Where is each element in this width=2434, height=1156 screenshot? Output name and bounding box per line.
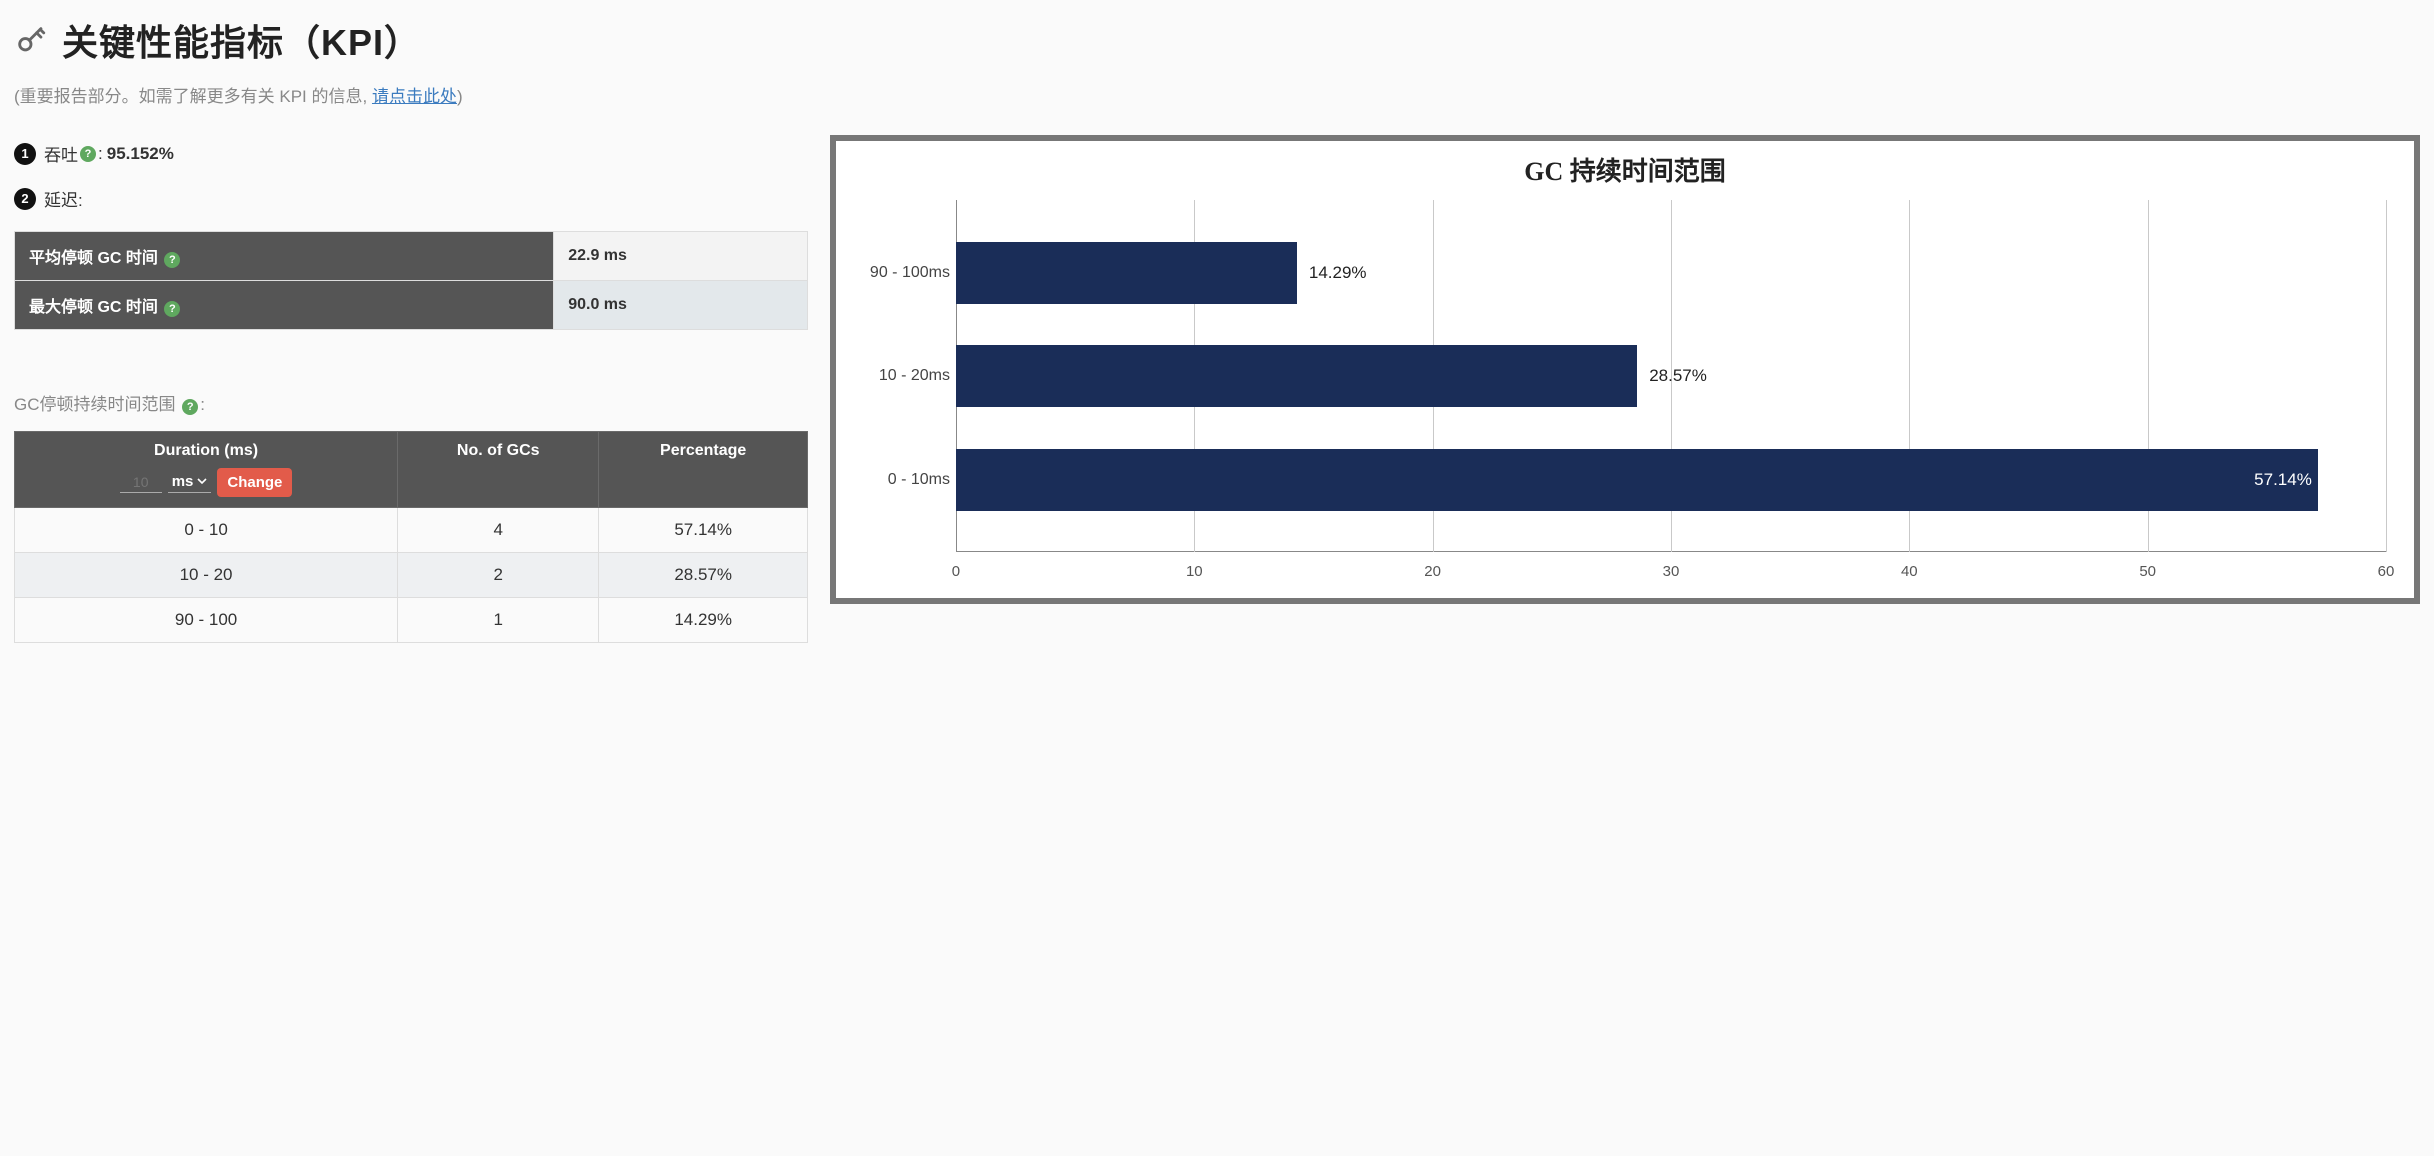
page-subtitle: (重要报告部分。如需了解更多有关 KPI 的信息, 请点击此处): [14, 82, 2420, 107]
range-heading: GC停顿持续时间范围 ?:: [14, 390, 808, 415]
x-tick-label: 20: [1424, 563, 1441, 580]
duration-input[interactable]: [120, 472, 162, 493]
duration-range-table: Duration (ms) ms Change No. of GCs: [14, 431, 808, 643]
badge-2: 2: [14, 188, 36, 210]
throughput-label: 吞吐: [44, 141, 78, 166]
key-icon: [14, 23, 48, 57]
table-row: 最大停顿 GC 时间 ? 90.0 ms: [15, 281, 808, 330]
chart-bar-row: 10 - 20ms28.57%: [956, 345, 2386, 407]
chart-title: GC 持续时间范围: [846, 151, 2404, 188]
help-icon[interactable]: ?: [164, 252, 180, 268]
col-duration: Duration (ms) ms Change: [15, 432, 398, 508]
table-row: 平均停顿 GC 时间 ? 22.9 ms: [15, 232, 808, 281]
unit-select[interactable]: ms: [168, 473, 212, 493]
chart-value-label: 14.29%: [1309, 263, 1367, 283]
chart-bar: 57.14%: [956, 449, 2318, 511]
kpi-latency: 2 延迟:: [14, 186, 808, 211]
chart-bar: 14.29%: [956, 242, 1297, 304]
help-icon[interactable]: ?: [182, 399, 198, 415]
chart-plot-area: 010203040506090 - 100ms14.29%10 - 20ms28…: [956, 200, 2386, 580]
x-tick-label: 30: [1663, 563, 1680, 580]
kpi-info-link[interactable]: 请点击此处: [372, 87, 457, 106]
chart-value-label: 28.57%: [1649, 366, 1707, 386]
col-gcs: No. of GCs: [398, 432, 599, 508]
gc-duration-chart: GC 持续时间范围 010203040506090 - 100ms14.29%1…: [830, 135, 2420, 604]
table-row: 10 - 20 2 28.57%: [15, 553, 808, 598]
throughput-value: 95.152%: [107, 144, 174, 164]
page-header: 关键性能指标（KPI）: [14, 14, 2420, 66]
kpi-throughput: 1 吞吐 ? : 95.152%: [14, 141, 808, 166]
chart-value-label: 57.14%: [2254, 470, 2312, 490]
x-tick-label: 60: [2378, 563, 2395, 580]
x-tick-label: 50: [2139, 563, 2156, 580]
chart-category-label: 90 - 100ms: [846, 264, 950, 282]
chart-bar-row: 0 - 10ms57.14%: [956, 449, 2386, 511]
col-percentage: Percentage: [599, 432, 808, 508]
help-icon[interactable]: ?: [80, 146, 96, 162]
chevron-down-icon: [197, 476, 207, 486]
badge-1: 1: [14, 143, 36, 165]
latency-label: 延迟:: [44, 186, 83, 211]
avg-pause-value: 22.9 ms: [554, 232, 808, 281]
chart-category-label: 10 - 20ms: [846, 367, 950, 385]
chart-bar-row: 90 - 100ms14.29%: [956, 242, 2386, 304]
x-tick-label: 0: [952, 563, 960, 580]
x-tick-label: 40: [1901, 563, 1918, 580]
page-title: 关键性能指标（KPI）: [62, 14, 421, 66]
change-button[interactable]: Change: [217, 468, 292, 497]
table-row: 0 - 10 4 57.14%: [15, 508, 808, 553]
x-tick-label: 10: [1186, 563, 1203, 580]
max-pause-value: 90.0 ms: [554, 281, 808, 330]
table-row: 90 - 100 1 14.29%: [15, 598, 808, 643]
chart-category-label: 0 - 10ms: [846, 471, 950, 489]
chart-bar: 28.57%: [956, 345, 1637, 407]
chart-gridline: [2386, 200, 2387, 552]
help-icon[interactable]: ?: [164, 301, 180, 317]
latency-table: 平均停顿 GC 时间 ? 22.9 ms 最大停顿 GC 时间 ? 90.0 m…: [14, 231, 808, 330]
